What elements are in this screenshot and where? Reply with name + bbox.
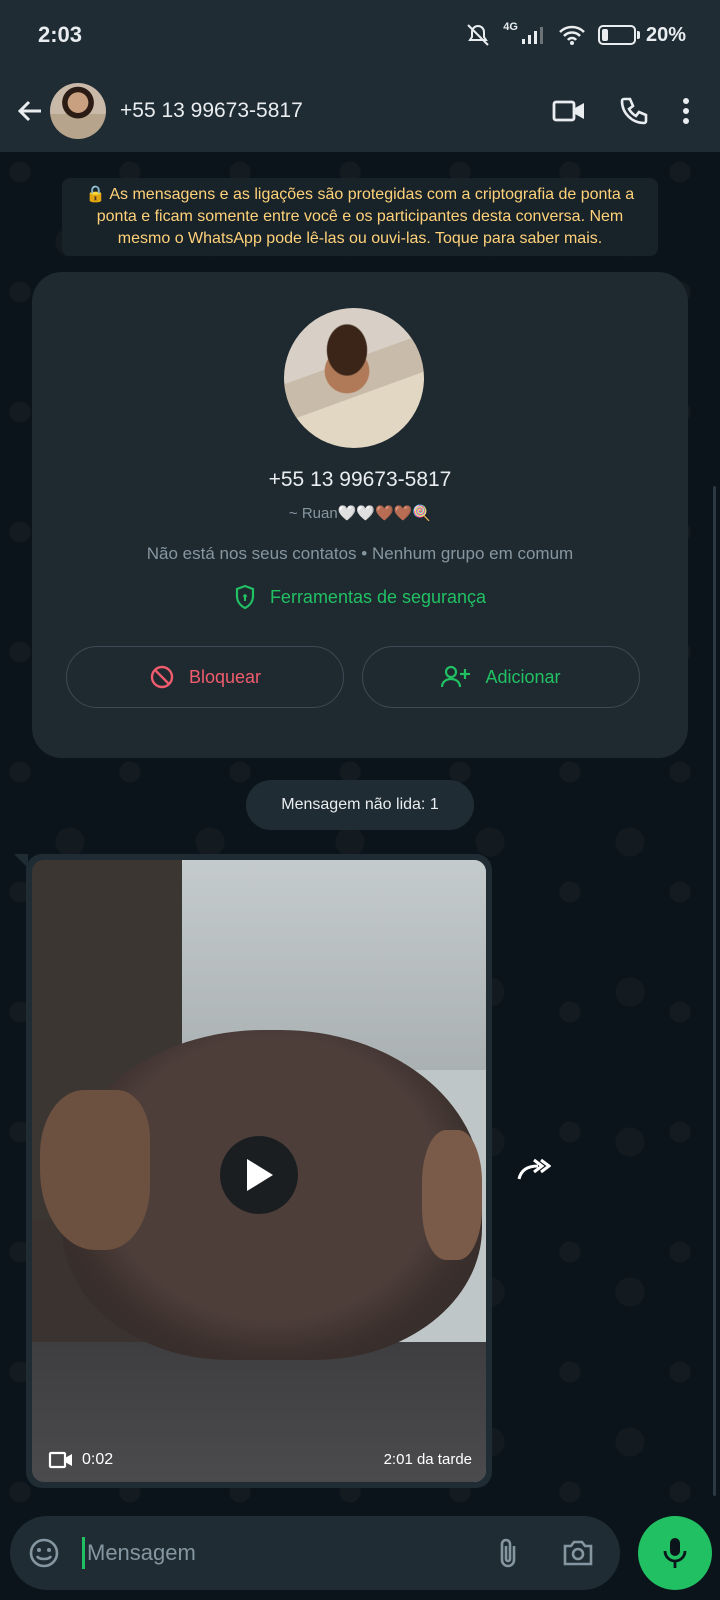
- mute-bell-icon: [467, 24, 489, 46]
- contact-info-card: +55 13 99673-5817 ~ Ruan🤍🤍🤎🤎🍭 Não está n…: [32, 272, 688, 758]
- video-message-bubble[interactable]: 0:02 2:01 da tarde: [26, 854, 492, 1488]
- battery-percent: 20%: [645, 23, 686, 46]
- status-bar: 2:03 4G 20%: [0, 0, 720, 70]
- video-duration: 0:02: [48, 1450, 113, 1470]
- status-time: 2:03: [38, 22, 83, 47]
- video-thumbnail[interactable]: 0:02 2:01 da tarde: [32, 860, 486, 1482]
- shield-icon: [235, 584, 255, 610]
- phone-icon: [620, 97, 648, 125]
- add-person-icon: [441, 665, 471, 688]
- more-vert-icon: [683, 98, 689, 124]
- contact-profile-photo[interactable]: [284, 308, 424, 448]
- more-options-button[interactable]: [682, 97, 690, 125]
- message-composer: [10, 1516, 620, 1590]
- chat-header: +55 13 99673-5817: [0, 70, 720, 152]
- forward-button[interactable]: [514, 1150, 554, 1190]
- video-call-button[interactable]: [552, 98, 586, 124]
- contact-avatar[interactable]: [50, 83, 106, 139]
- video-duration-text: 0:02: [82, 1451, 114, 1468]
- message-timestamp: 2:01 da tarde: [383, 1451, 472, 1468]
- status-icons: 4G 20%: [465, 21, 686, 47]
- attach-icon: [500, 1538, 516, 1568]
- play-button[interactable]: [220, 1136, 298, 1214]
- video-camera-icon: [48, 1451, 72, 1469]
- block-icon: [150, 665, 174, 689]
- mic-icon: [663, 1538, 687, 1568]
- security-tools-label: Ferramentas de segurança: [269, 586, 487, 607]
- emoji-icon: [29, 1538, 59, 1568]
- card-contact-info: Não está nos seus contatos • Nenhum grup…: [146, 544, 574, 563]
- network-label: 4G: [503, 21, 518, 33]
- back-arrow-icon: [17, 100, 41, 122]
- contact-name[interactable]: +55 13 99673-5817: [120, 99, 552, 123]
- voice-call-button[interactable]: [618, 95, 650, 127]
- block-button[interactable]: Bloquear: [66, 646, 344, 708]
- scrollbar[interactable]: [713, 486, 716, 1496]
- card-phone-number: +55 13 99673-5817: [268, 468, 452, 491]
- camera-icon: [563, 1540, 593, 1566]
- add-contact-button[interactable]: Adicionar: [362, 646, 640, 708]
- video-call-icon: [552, 100, 584, 122]
- add-label: Adicionar: [485, 666, 561, 687]
- forward-icon: [517, 1158, 551, 1180]
- attach-button[interactable]: [486, 1531, 530, 1575]
- unread-messages-divider: Mensagem não lida: 1: [246, 780, 474, 830]
- battery-indicator: 20%: [597, 23, 686, 47]
- voice-message-button[interactable]: [638, 1516, 712, 1590]
- block-label: Bloquear: [188, 666, 262, 687]
- battery-icon: [597, 25, 636, 45]
- card-username: ~ Ruan🤍🤍🤎🤎🍭: [288, 505, 432, 522]
- camera-button[interactable]: [556, 1531, 600, 1575]
- back-button[interactable]: [8, 89, 52, 133]
- message-input[interactable]: [82, 1537, 486, 1569]
- play-icon: [247, 1159, 273, 1191]
- signal-icon: [521, 27, 543, 44]
- emoji-button[interactable]: [24, 1533, 64, 1573]
- encryption-notice[interactable]: 🔒 As mensagens e as ligações são protegi…: [62, 178, 658, 256]
- security-tools-link[interactable]: Ferramentas de segurança: [32, 584, 688, 610]
- wifi-icon: [559, 25, 585, 45]
